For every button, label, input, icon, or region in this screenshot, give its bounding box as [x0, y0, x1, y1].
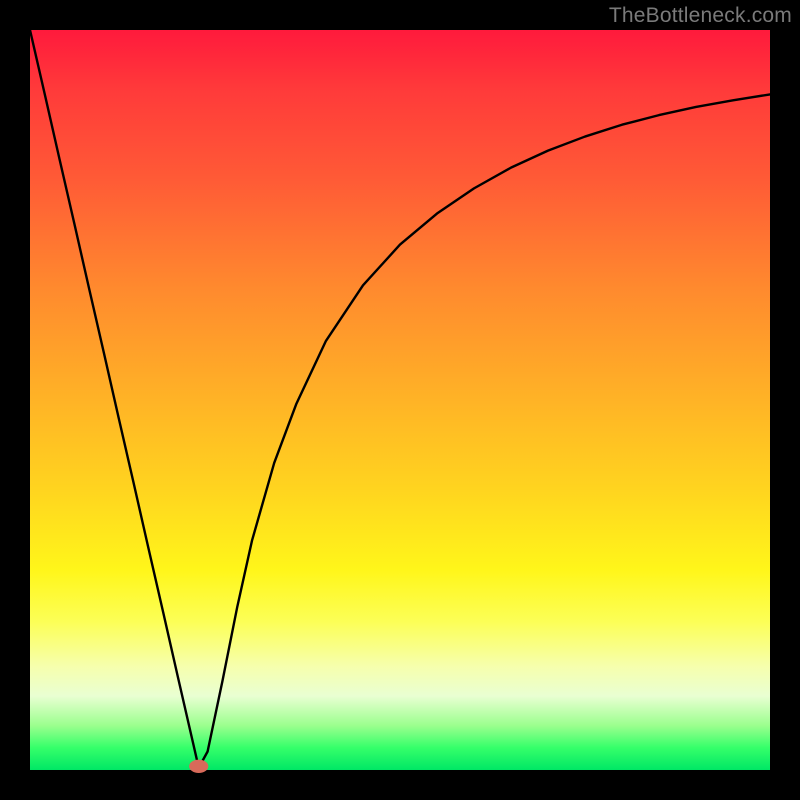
- chart-frame: TheBottleneck.com: [0, 0, 800, 800]
- plot-area: [30, 30, 770, 770]
- curve-layer: [30, 30, 770, 770]
- watermark-text: TheBottleneck.com: [609, 4, 792, 28]
- bottleneck-curve: [30, 30, 770, 768]
- dip-marker: [189, 760, 208, 773]
